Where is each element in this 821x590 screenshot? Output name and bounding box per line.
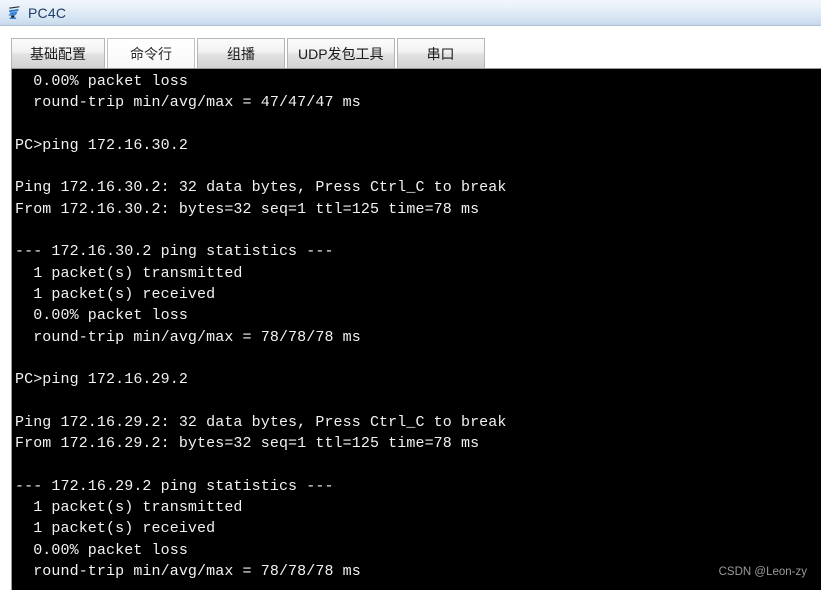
tab-serial-port[interactable]: 串口 <box>396 38 485 68</box>
tab-multicast[interactable]: 组播 <box>197 38 285 68</box>
tab-basic-config[interactable]: 基础配置 <box>11 38 105 68</box>
tab-command-line[interactable]: 命令行 <box>107 38 195 68</box>
terminal-panel[interactable]: 0.00% packet loss round-trip min/avg/max… <box>11 68 821 590</box>
terminal-output[interactable]: 0.00% packet loss round-trip min/avg/max… <box>12 69 821 590</box>
tab-udp-tool[interactable]: UDP发包工具 <box>287 38 395 68</box>
window-title-bar: PC4C <box>0 0 821 26</box>
pc-device-icon <box>7 5 23 21</box>
tab-strip: 基础配置 命令行 组播 UDP发包工具 串口 <box>0 27 821 68</box>
pc-terminal-window: PC4C 基础配置 命令行 组播 UDP发包工具 串口 0.00% packet… <box>0 0 821 590</box>
window-title: PC4C <box>28 4 67 21</box>
